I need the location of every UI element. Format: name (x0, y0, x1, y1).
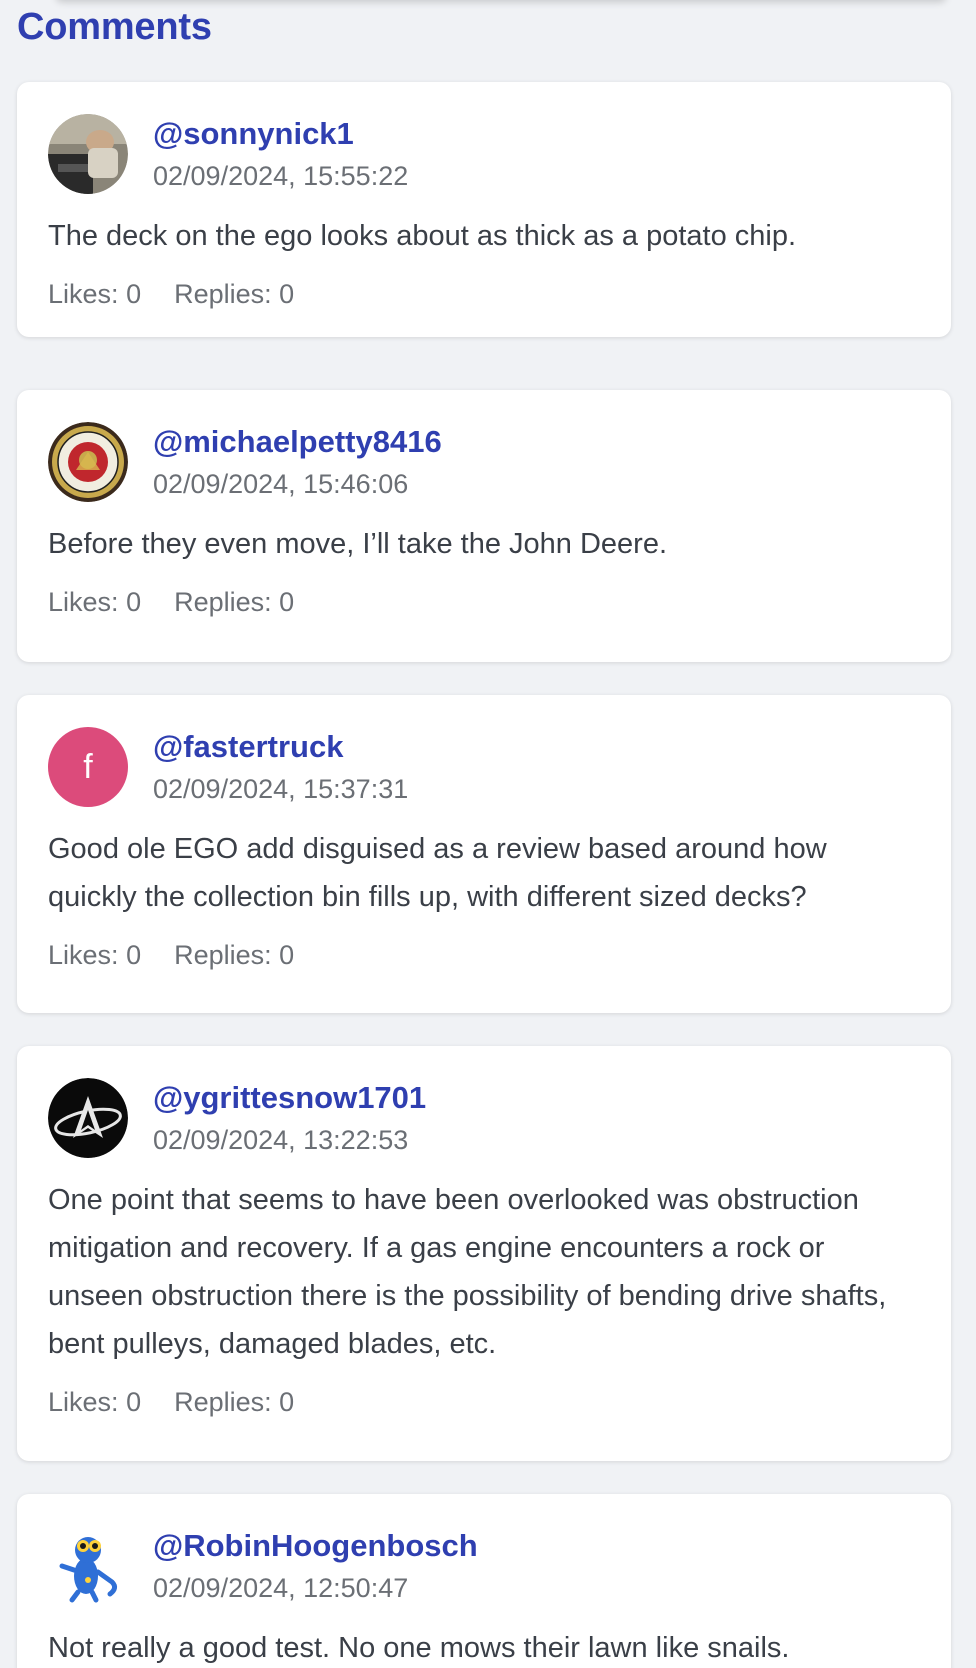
replies-value: 0 (279, 587, 295, 617)
likes-count: Likes: 0 (48, 584, 141, 620)
comment-text: Good ole EGO add disguised as a review b… (48, 833, 827, 913)
comment-meta: @ygrittesnow1701 02/09/2024, 13:22:53 (153, 1078, 426, 1158)
comment-timestamp: 02/09/2024, 15:55:22 (153, 161, 409, 191)
replies-label: Replies: (174, 587, 272, 617)
comment-text: Not really a good test. No one mows thei… (48, 1632, 790, 1664)
comment-card: @ygrittesnow1701 02/09/2024, 13:22:53 On… (17, 1046, 951, 1461)
comment-meta: @michaelpetty8416 02/09/2024, 15:46:06 (153, 422, 442, 502)
likes-value: 0 (126, 587, 142, 617)
replies-count: Replies: 0 (174, 276, 294, 312)
comment-stats: Likes: 0 Replies: 0 (48, 937, 920, 973)
comment-author-link[interactable]: @sonnynick1 (153, 114, 408, 154)
likes-value: 0 (126, 940, 142, 970)
marine-corps-seal-icon (48, 422, 128, 502)
user-avatar[interactable] (48, 422, 128, 502)
likes-label: Likes: (48, 587, 119, 617)
user-avatar[interactable]: f (48, 727, 128, 807)
likes-count: Likes: 0 (48, 1384, 141, 1420)
likes-label: Likes: (48, 1387, 119, 1417)
likes-label: Likes: (48, 940, 119, 970)
comment-timestamp: 02/09/2024, 13:22:53 (153, 1125, 409, 1155)
likes-count: Likes: 0 (48, 276, 141, 312)
comment-meta: @sonnynick1 02/09/2024, 15:55:22 (153, 114, 408, 194)
comment-author-link[interactable]: @fastertruck (153, 727, 408, 767)
comment-author-link[interactable]: @michaelpetty8416 (153, 422, 442, 462)
replies-value: 0 (279, 1387, 295, 1417)
starfleet-delta-icon (48, 1078, 128, 1158)
gecko-mascot-icon (48, 1526, 128, 1606)
comment-timestamp: 02/09/2024, 15:37:31 (153, 774, 409, 804)
user-avatar[interactable] (48, 1526, 128, 1606)
comment-text: Before they even move, I’ll take the Joh… (48, 528, 668, 560)
replies-count: Replies: 0 (174, 584, 294, 620)
comment-text: One point that seems to have been overlo… (48, 1184, 887, 1360)
comment-card: @michaelpetty8416 02/09/2024, 15:46:06 B… (17, 390, 951, 662)
comment-stats: Likes: 0 Replies: 0 (48, 584, 920, 620)
likes-value: 0 (126, 279, 142, 309)
comment-meta: @RobinHoogenbosch 02/09/2024, 12:50:47 (153, 1526, 478, 1606)
comment-header: @RobinHoogenbosch 02/09/2024, 12:50:47 (48, 1526, 920, 1606)
comments-section-title: Comments (17, 6, 212, 48)
user-avatar[interactable] (48, 1078, 128, 1158)
comment-timestamp: 02/09/2024, 12:50:47 (153, 1573, 409, 1603)
avatar-letter: f (83, 747, 93, 786)
replies-label: Replies: (174, 940, 272, 970)
comment-timestamp: 02/09/2024, 15:46:06 (153, 469, 409, 499)
comment-header: f @fastertruck 02/09/2024, 15:37:31 (48, 727, 920, 807)
replies-value: 0 (279, 279, 295, 309)
comment-text: The deck on the ego looks about as thick… (48, 220, 797, 252)
comment-header: @ygrittesnow1701 02/09/2024, 13:22:53 (48, 1078, 920, 1158)
comment-stats: Likes: 0 Replies: 0 (48, 276, 920, 312)
comment-header: @michaelpetty8416 02/09/2024, 15:46:06 (48, 422, 920, 502)
likes-count: Likes: 0 (48, 937, 141, 973)
comment-header: @sonnynick1 02/09/2024, 15:55:22 (48, 114, 920, 194)
likes-value: 0 (126, 1387, 142, 1417)
comment-meta: @fastertruck 02/09/2024, 15:37:31 (153, 727, 408, 807)
replies-label: Replies: (174, 1387, 272, 1417)
comment-stats: Likes: 0 Replies: 0 (48, 1384, 920, 1420)
likes-label: Likes: (48, 279, 119, 309)
comment-card: @sonnynick1 02/09/2024, 15:55:22 The dec… (17, 82, 951, 337)
replies-value: 0 (279, 940, 295, 970)
replies-count: Replies: 0 (174, 1384, 294, 1420)
user-avatar[interactable] (48, 114, 128, 194)
comment-author-link[interactable]: @ygrittesnow1701 (153, 1078, 426, 1118)
comment-card: f @fastertruck 02/09/2024, 15:37:31 Good… (17, 695, 951, 1013)
comment-author-link[interactable]: @RobinHoogenbosch (153, 1526, 478, 1566)
replies-label: Replies: (174, 279, 272, 309)
comment-card: @RobinHoogenbosch 02/09/2024, 12:50:47 N… (17, 1494, 951, 1668)
photo-avatar-icon (48, 114, 128, 194)
comments-page: Comments @sonnynick1 02/09/2024, 15:55:2… (0, 0, 976, 1668)
replies-count: Replies: 0 (174, 937, 294, 973)
